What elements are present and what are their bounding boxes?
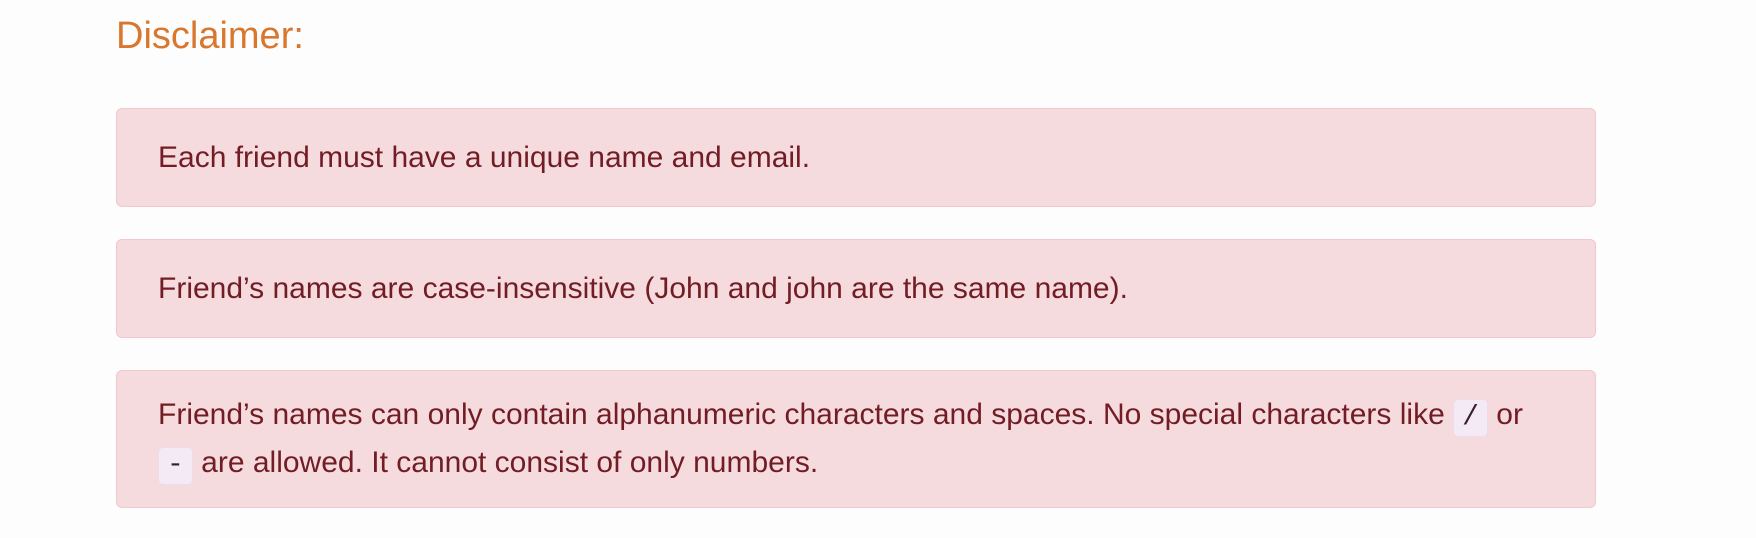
dash-code: -: [158, 447, 193, 485]
slash-code: /: [1453, 399, 1488, 437]
allowed-characters-text-or: or: [1496, 398, 1523, 431]
disclaimer-heading: Disclaimer:: [116, 15, 304, 57]
allowed-characters-text-after: are allowed. It cannot consist of only n…: [201, 446, 819, 479]
unique-name-email-text: Each friend must have a unique name and …: [158, 140, 811, 174]
disclaimer-section: Disclaimer: Each friend must have a uniq…: [0, 0, 1756, 538]
unique-name-email-alert: Each friend must have a unique name and …: [116, 108, 1596, 207]
allowed-characters-text-before: Friend’s names can only contain alphanum…: [158, 398, 1445, 431]
disclaimer-notes: Each friend must have a unique name and …: [116, 108, 1596, 508]
case-insensitive-text: Friend’s names are case-insensitive (Joh…: [158, 271, 1128, 305]
case-insensitive-alert: Friend’s names are case-insensitive (Joh…: [116, 239, 1596, 338]
allowed-characters-alert: Friend’s names can only contain alphanum…: [116, 370, 1596, 508]
